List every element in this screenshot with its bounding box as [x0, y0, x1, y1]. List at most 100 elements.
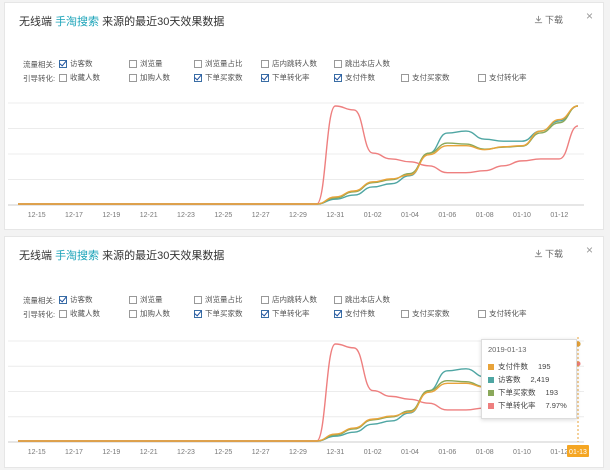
unchecked-box-icon[interactable]: [129, 295, 137, 304]
metric-checkbox[interactable]: 支付件数: [334, 72, 375, 83]
metric-checkbox[interactable]: 加购人数: [129, 308, 170, 319]
metric-label: 收藏人数: [70, 309, 100, 318]
metric-checkbox[interactable]: 支付买家数: [401, 308, 450, 319]
tooltip-series-value: 195: [538, 362, 551, 371]
checked-box-icon[interactable]: [59, 295, 67, 304]
checked-box-icon[interactable]: [261, 73, 269, 82]
metric-label: 支付转化率: [489, 309, 527, 318]
checked-box-icon[interactable]: [59, 59, 67, 68]
metric-label: 加购人数: [140, 309, 170, 318]
unchecked-box-icon[interactable]: [59, 73, 67, 82]
panel-title: 无线端 手淘搜索 来源的最近30天效果数据: [19, 247, 224, 263]
metric-checkbox[interactable]: 浏览量占比: [194, 58, 243, 69]
download-label: 下载: [544, 249, 563, 259]
metric-label: 下单买家数: [205, 73, 243, 82]
metric-label: 下单转化率: [272, 309, 310, 318]
title-prefix: 无线端: [19, 250, 52, 262]
metric-checkbox[interactable]: 店内跳转人数: [261, 58, 317, 69]
metric-label: 访客数: [70, 59, 93, 68]
metric-checkbox[interactable]: 跳出本店人数: [334, 58, 390, 69]
metric-checkbox[interactable]: 访客数: [59, 294, 93, 305]
metric-label: 下单买家数: [205, 309, 243, 318]
metric-checkbox[interactable]: 下单转化率: [261, 72, 310, 83]
title-prefix: 无线端: [19, 16, 52, 28]
unchecked-box-icon[interactable]: [194, 295, 202, 304]
tooltip-series-name: 访客数: [498, 375, 521, 384]
title-source-link[interactable]: 手淘搜索: [55, 16, 99, 28]
close-icon[interactable]: ×: [586, 244, 593, 256]
metric-checkbox[interactable]: 访客数: [59, 58, 93, 69]
title-suffix: 来源的最近30天效果数据: [102, 250, 225, 262]
download-button[interactable]: 下载: [534, 247, 563, 260]
metric-label: 支付件数: [345, 73, 375, 82]
title-source-link[interactable]: 手淘搜索: [55, 250, 99, 262]
unchecked-box-icon[interactable]: [334, 59, 342, 68]
metric-checkbox[interactable]: 下单转化率: [261, 308, 310, 319]
unchecked-box-icon[interactable]: [478, 309, 486, 318]
metric-checkbox[interactable]: 店内跳转人数: [261, 294, 317, 305]
unchecked-box-icon[interactable]: [261, 59, 269, 68]
unchecked-box-icon[interactable]: [59, 309, 67, 318]
unchecked-box-icon[interactable]: [401, 73, 409, 82]
tooltip-date: 2019-01-13: [488, 345, 527, 354]
metric-label: 收藏人数: [70, 73, 100, 82]
tooltip-row: 访客数 2,419: [488, 373, 570, 386]
unchecked-box-icon[interactable]: [261, 295, 269, 304]
unchecked-box-icon[interactable]: [334, 295, 342, 304]
tooltip-series-name: 下单转化率: [498, 401, 536, 410]
tooltip-series-name: 支付件数: [498, 362, 528, 371]
download-icon: [534, 15, 543, 24]
close-icon[interactable]: ×: [586, 10, 593, 22]
metric-checkbox[interactable]: 下单买家数: [194, 308, 243, 319]
checked-box-icon[interactable]: [194, 73, 202, 82]
metric-label: 下单转化率: [272, 73, 310, 82]
tooltip-row: 下单转化率 7.97%: [488, 399, 570, 412]
metric-label: 浏览量占比: [205, 59, 243, 68]
metric-label: 访客数: [70, 295, 93, 304]
metric-checkbox[interactable]: 跳出本店人数: [334, 294, 390, 305]
download-button[interactable]: 下载: [534, 13, 563, 26]
unchecked-box-icon[interactable]: [129, 73, 137, 82]
metric-checkbox[interactable]: 支付转化率: [478, 72, 527, 83]
tooltip-series-value: 2,419: [530, 375, 550, 384]
legend-swatch: [488, 402, 494, 409]
metric-checkbox[interactable]: 浏览量占比: [194, 294, 243, 305]
legend-swatch: [488, 363, 494, 370]
download-icon: [534, 249, 543, 258]
metric-label: 店内跳转人数: [272, 59, 317, 68]
metric-label: 浏览量: [140, 59, 163, 68]
metric-checkbox[interactable]: 浏览量: [129, 58, 163, 69]
chart-tooltip: 2019-01-13 支付件数 195 访客数 2,419 下单买家数 193 下单转化率 7…: [481, 339, 577, 419]
tooltip-row: 下单买家数 193: [488, 386, 570, 399]
metric-label: 跳出本店人数: [345, 295, 390, 304]
unchecked-box-icon[interactable]: [194, 59, 202, 68]
checked-box-icon[interactable]: [194, 309, 202, 318]
checked-box-icon[interactable]: [334, 73, 342, 82]
panel-title: 无线端 手淘搜索 来源的最近30天效果数据: [19, 13, 224, 29]
filter-group-label: 流量相关:: [23, 296, 56, 305]
title-suffix: 来源的最近30天效果数据: [102, 16, 225, 28]
metric-checkbox[interactable]: 支付件数: [334, 308, 375, 319]
unchecked-box-icon[interactable]: [401, 309, 409, 318]
metric-checkbox[interactable]: 支付买家数: [401, 72, 450, 83]
filter-group-label: 流量相关:: [23, 60, 56, 69]
metric-checkbox[interactable]: 支付转化率: [478, 308, 527, 319]
tooltip-series-value: 193: [545, 388, 559, 397]
metric-checkbox[interactable]: 下单买家数: [194, 72, 243, 83]
checked-box-icon[interactable]: [261, 309, 269, 318]
metric-checkbox[interactable]: 收藏人数: [59, 308, 100, 319]
unchecked-box-icon[interactable]: [129, 309, 137, 318]
metric-label: 支付买家数: [412, 309, 450, 318]
filter-group-label: 引导转化:: [23, 310, 56, 319]
metric-checkbox[interactable]: 浏览量: [129, 294, 163, 305]
unchecked-box-icon[interactable]: [478, 73, 486, 82]
metric-label: 加购人数: [140, 73, 170, 82]
metric-checkbox[interactable]: 加购人数: [129, 72, 170, 83]
download-label: 下载: [544, 15, 563, 25]
checked-box-icon[interactable]: [334, 309, 342, 318]
unchecked-box-icon[interactable]: [129, 59, 137, 68]
metric-checkbox[interactable]: 收藏人数: [59, 72, 100, 83]
metric-label: 支付买家数: [412, 73, 450, 82]
tooltip-row: 支付件数 195: [488, 360, 570, 373]
metric-label: 跳出本店人数: [345, 59, 390, 68]
